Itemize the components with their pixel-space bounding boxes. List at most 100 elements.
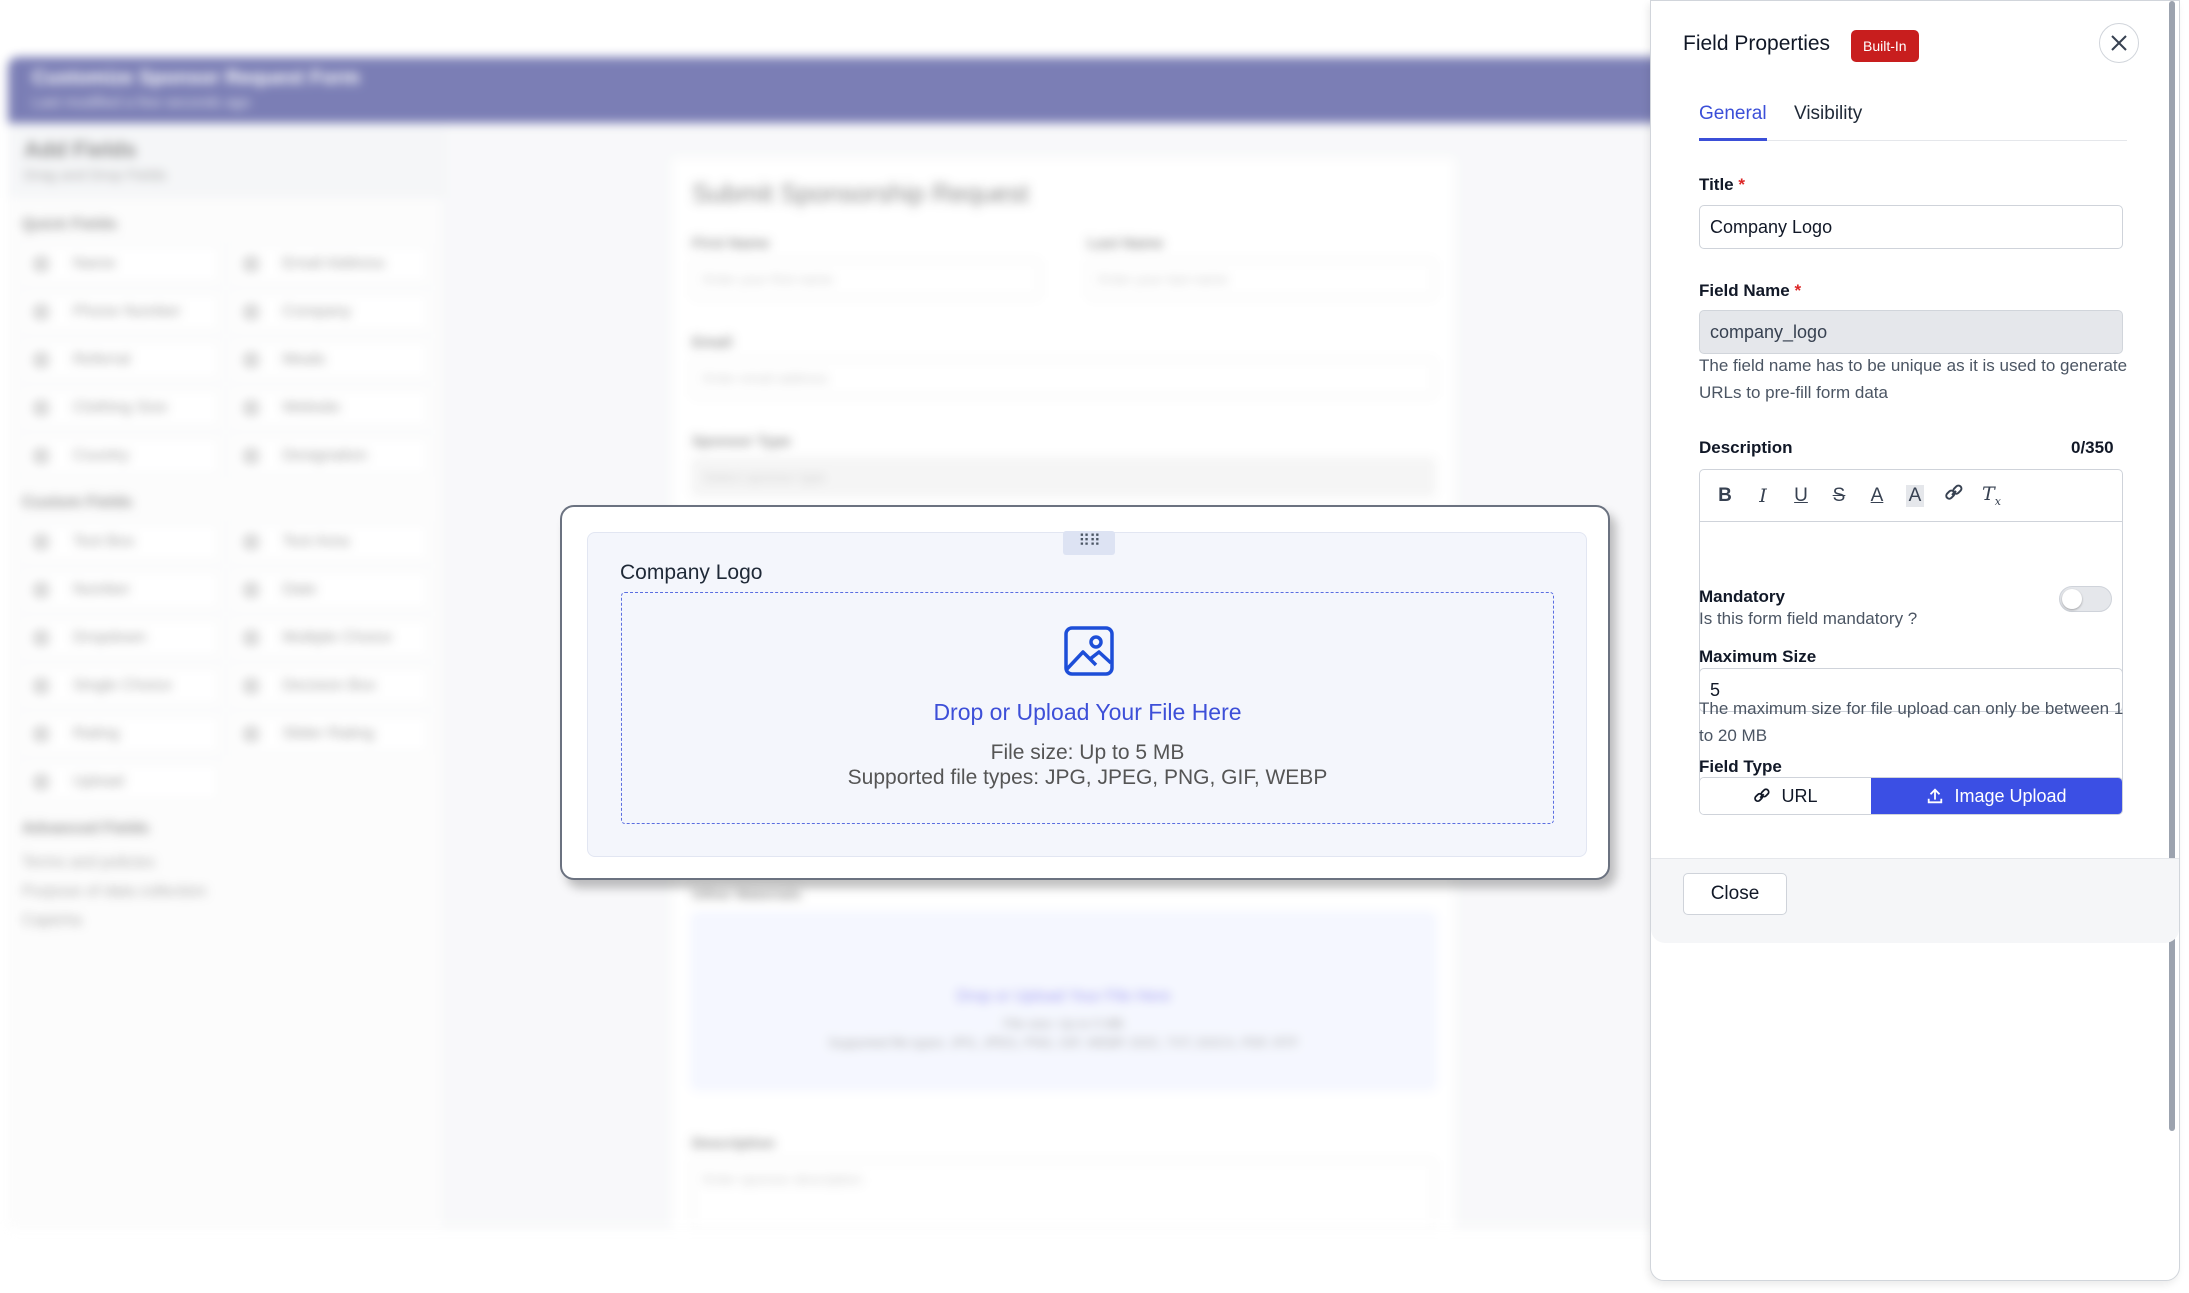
field-type-icon: [33, 726, 49, 742]
close-icon[interactable]: [2099, 23, 2139, 63]
field-type-icon: [33, 352, 49, 368]
description-counter: 0/350: [2071, 438, 2114, 457]
properties-tabs: General Visibility: [1699, 103, 2127, 141]
field-type-icon: [33, 448, 49, 464]
other-file-size: File size: Up to 5 MB: [1003, 1016, 1124, 1031]
last-name-input[interactable]: Enter your last name: [1087, 260, 1435, 298]
underline-icon[interactable]: U: [1792, 485, 1810, 507]
x-icon: [2111, 35, 2127, 51]
sidebar-subtitle: Drag and Drop Fields: [24, 167, 167, 184]
file-dropzone[interactable]: Drop or Upload Your File Here File size:…: [621, 592, 1554, 824]
description-input[interactable]: Enter sponsor description: [692, 1160, 1435, 1230]
quick-field-item[interactable]: Referral: [22, 340, 220, 380]
quick-field-item-label: Name: [73, 255, 116, 272]
field-name-label: Field Name *: [1699, 281, 1802, 300]
field-type-icon: [242, 726, 259, 742]
custom-field-item-label: Text Box: [73, 533, 135, 550]
quick-field-item[interactable]: Meals: [231, 340, 429, 380]
advanced-field-item[interactable]: Terms and policies: [22, 848, 429, 877]
max-size-label: Maximum Size: [1699, 647, 1817, 666]
custom-field-item[interactable]: Number: [22, 570, 220, 610]
tab-general[interactable]: General: [1699, 103, 1767, 141]
quick-field-item[interactable]: Designation: [231, 436, 429, 476]
other-drop-text: Drop or Upload Your File Here: [956, 988, 1171, 1005]
quick-fields-grid: Name Email Address Phone Number Company Refe…: [8, 244, 443, 476]
quick-field-item[interactable]: Country: [22, 436, 220, 476]
email-input[interactable]: Enter email address: [692, 359, 1435, 397]
field-type-icon: [33, 678, 49, 694]
custom-field-item[interactable]: Text Box: [22, 522, 220, 562]
other-file-types: Supported file types: JPG, JPEG, PNG, GI…: [828, 1035, 1299, 1050]
company-logo-field[interactable]: ⠿⠿ Company Logo Drop or Upload Your File…: [587, 531, 1587, 857]
selected-field-card[interactable]: ⠿⠿ Company Logo Drop or Upload Your File…: [560, 505, 1610, 880]
custom-field-item[interactable]: Date: [231, 570, 429, 610]
quick-field-item[interactable]: Name: [22, 244, 220, 284]
title-input[interactable]: Company Logo: [1699, 205, 2123, 249]
field-type-icon: [242, 534, 259, 550]
editor-toolbar: B I U S A A Tx: [1700, 470, 2122, 522]
field-type-icon: [242, 582, 259, 598]
built-in-badge: Built-In: [1851, 30, 1919, 62]
add-fields-sidebar: Add Fields Drag and Drop Fields Quick Fi…: [8, 123, 444, 1230]
custom-field-item-label: Multiple Choice: [282, 629, 392, 646]
first-name-input[interactable]: Enter your first name: [692, 260, 1040, 298]
panel-title: Field Properties: [1683, 32, 1831, 55]
custom-field-item-label: Rating: [73, 725, 120, 742]
bold-icon[interactable]: B: [1716, 485, 1734, 507]
upload-icon: [1928, 788, 1943, 804]
other-materials-label: Other Materials: [692, 886, 802, 903]
advanced-fields-list: Terms and policies Purpose of data collec…: [8, 848, 443, 935]
field-type-icon: [33, 582, 49, 598]
italic-icon[interactable]: I: [1754, 485, 1772, 507]
custom-field-item[interactable]: Decision Box: [231, 666, 429, 706]
custom-field-item[interactable]: Upload: [22, 762, 220, 802]
link-icon[interactable]: [1944, 483, 1963, 508]
field-type-icon: [242, 352, 259, 368]
highlight-icon[interactable]: A: [1906, 484, 1924, 507]
field-name-help: The field name has to be unique as it is…: [1699, 356, 2128, 402]
advanced-fields-heading: Advanced Fields: [22, 820, 150, 837]
custom-field-item[interactable]: Text Area: [231, 522, 429, 562]
email-label: Email: [692, 334, 733, 351]
custom-field-item-label: Date: [282, 581, 317, 598]
tab-visibility[interactable]: Visibility: [1794, 103, 1862, 141]
custom-field-item[interactable]: Single Choice: [22, 666, 220, 706]
image-upload-option-button[interactable]: Image Upload: [1871, 778, 2122, 814]
last-name-label: Last Name: [1087, 235, 1164, 252]
app-header-subtitle: Last modified a few seconds ago: [32, 94, 251, 111]
quick-field-item[interactable]: Company: [231, 292, 429, 332]
quick-field-item-label: Country: [73, 447, 130, 464]
custom-fields-heading: Custom Fields: [22, 494, 133, 511]
drop-upload-text[interactable]: Drop or Upload Your File Here: [622, 699, 1553, 726]
field-type-icon: [242, 630, 259, 646]
custom-field-item-label: Number: [73, 581, 130, 598]
custom-field-item[interactable]: Dropdown: [22, 618, 220, 658]
custom-field-item[interactable]: Multiple Choice: [231, 618, 429, 658]
quick-field-item[interactable]: Email Address: [231, 244, 429, 284]
other-materials-dropzone[interactable]: Drop or Upload Your File Here File size:…: [692, 913, 1435, 1089]
clear-format-icon[interactable]: Tx: [1982, 483, 2001, 508]
custom-field-item-label: Upload: [73, 773, 124, 790]
custom-field-item[interactable]: Slider Rating: [231, 714, 429, 754]
custom-field-item[interactable]: Rating: [22, 714, 220, 754]
advanced-field-item[interactable]: Purpose of data collection: [22, 877, 429, 906]
title-label: Title *: [1699, 175, 1745, 194]
form-title: Submit Sponsorship Request: [692, 178, 1029, 208]
image-upload-option-label: Image Upload: [1954, 785, 2067, 806]
mandatory-label-text: Mandatory: [1699, 587, 1785, 606]
drag-handle-icon[interactable]: ⠿⠿: [1063, 531, 1115, 555]
quick-field-item[interactable]: Clothing Size: [22, 388, 220, 428]
custom-field-item-label: Single Choice: [73, 677, 172, 694]
url-option-button[interactable]: URL: [1700, 778, 1871, 814]
field-title: Company Logo: [620, 561, 763, 584]
panel-scrollbar[interactable]: [2169, 1, 2175, 1131]
close-button[interactable]: Close: [1683, 873, 1787, 915]
font-color-icon[interactable]: A: [1868, 485, 1886, 507]
strikethrough-icon[interactable]: S: [1830, 485, 1848, 507]
quick-field-item[interactable]: Website: [231, 388, 429, 428]
quick-field-item[interactable]: Phone Number: [22, 292, 220, 332]
sponsor-type-select[interactable]: Select sponsor type: [692, 458, 1435, 496]
quick-fields-heading: Quick Fields: [22, 216, 118, 233]
field-type-switch: URL Image Upload: [1699, 777, 2123, 815]
advanced-field-item[interactable]: Captcha: [22, 906, 429, 935]
